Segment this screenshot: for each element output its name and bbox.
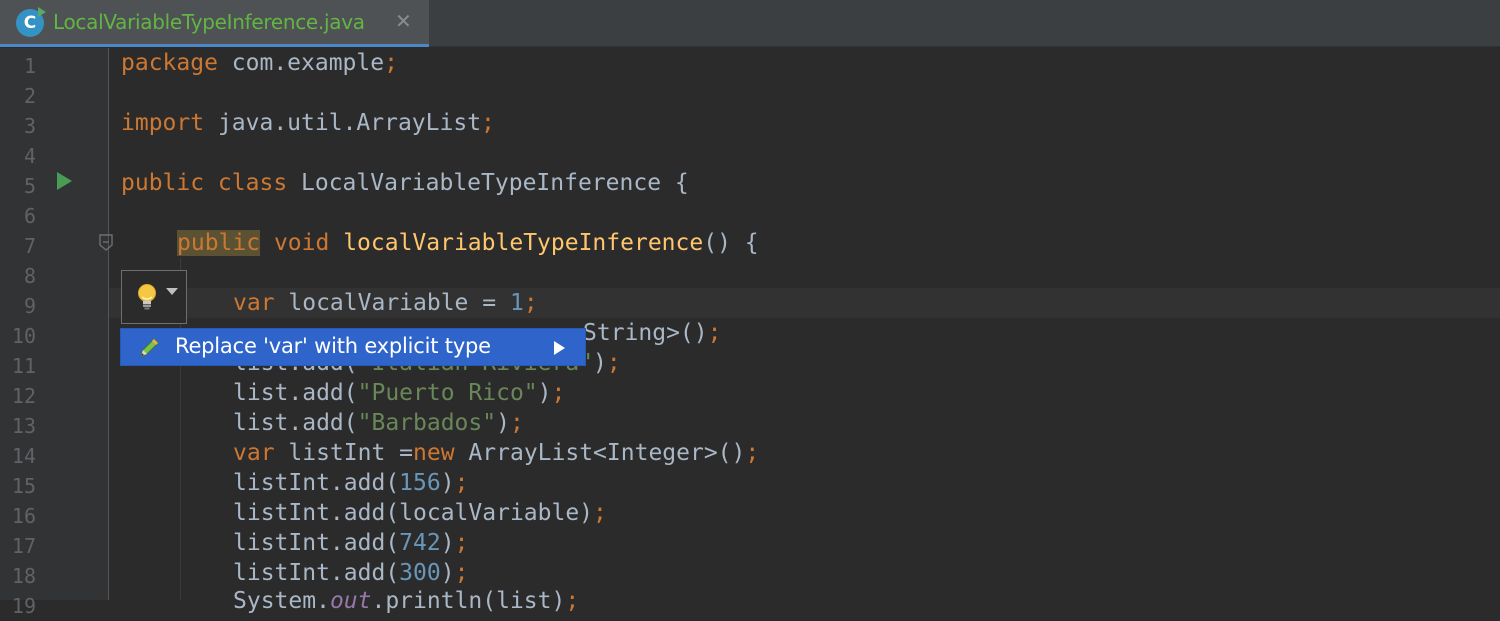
intention-bulb-button[interactable] (121, 270, 187, 324)
lightbulb-icon (138, 284, 156, 310)
code-line-1[interactable]: package com.example; (121, 48, 398, 78)
line-number: 12 (11, 384, 36, 408)
line-number: 7 (23, 234, 36, 258)
line-number: 2 (23, 84, 36, 108)
semicolon: ; (454, 470, 469, 496)
code-line-14[interactable]: var listInt =new ArrayList<Integer>(); (233, 438, 759, 468)
code-line-18[interactable]: listInt.add(300); (233, 558, 468, 588)
semicolon: ; (707, 320, 722, 346)
semicolon: ; (551, 380, 566, 406)
code-text: System. (233, 588, 330, 614)
tab-file-name: LocalVariableTypeInference.java (53, 10, 365, 34)
line-number: 4 (23, 144, 36, 168)
code-text: list.add( (233, 380, 358, 406)
code-text: ) (440, 560, 455, 586)
code-text: listInt = (274, 440, 414, 466)
keyword: var (233, 290, 275, 316)
code-text: localVariable = (274, 290, 510, 316)
line-number: 3 (23, 114, 36, 138)
editor-tab-bar: C LocalVariableTypeInference.java ✕ (0, 0, 1500, 47)
method-name: localVariableTypeInference (343, 230, 704, 256)
code-text: listInt.add( (233, 530, 400, 556)
line-number: 16 (11, 504, 36, 528)
code-line-9[interactable]: var localVariable = 1; (233, 288, 538, 318)
code-line-19[interactable]: System.out.println(list); (233, 586, 579, 616)
number-literal: 1 (509, 290, 524, 316)
code-line-7[interactable]: public void localVariableTypeInference()… (177, 228, 759, 258)
code-line-12[interactable]: list.add("Puerto Rico"); (233, 378, 565, 408)
code-text: ) (537, 380, 552, 406)
line-number: 11 (11, 354, 36, 378)
string-literal: "Puerto Rico" (357, 380, 538, 406)
keyword: public class (121, 170, 288, 196)
code-text: java.util.ArrayList (204, 110, 482, 136)
semicolon: ; (384, 50, 398, 76)
line-number: 14 (11, 444, 36, 468)
editor-tab-file[interactable]: C LocalVariableTypeInference.java ✕ (0, 0, 429, 47)
close-icon[interactable]: ✕ (395, 9, 412, 33)
semicolon: ; (593, 500, 607, 526)
intention-action-label: Replace 'var' with explicit type (175, 334, 491, 358)
semicolon: ; (523, 290, 538, 316)
semicolon: ; (454, 560, 469, 586)
number-literal: 742 (399, 530, 441, 556)
code-line-16[interactable]: listInt.add(localVariable); (233, 498, 607, 528)
semicolon: ; (454, 530, 469, 556)
code-text: listInt.add( (233, 560, 400, 586)
code-line-13[interactable]: list.add("Barbados"); (233, 408, 524, 438)
line-number: 5 (23, 174, 36, 198)
code-text: ) (440, 470, 455, 496)
semicolon: ; (565, 588, 580, 614)
code-line-5[interactable]: public class LocalVariableTypeInference … (121, 168, 689, 198)
code-text: listInt.add( (233, 470, 400, 496)
code-text: () { (703, 230, 759, 256)
code-line-17[interactable]: listInt.add(742); (233, 528, 468, 558)
line-number: 1 (23, 54, 36, 78)
semicolon: ; (745, 440, 760, 466)
semicolon: ; (606, 350, 621, 376)
fold-marker-icon[interactable] (99, 234, 113, 252)
code-text: ArrayList<Integer>() (454, 440, 746, 466)
line-number: 8 (23, 264, 36, 288)
code-text: ) (440, 530, 455, 556)
line-number: 17 (11, 534, 36, 558)
pencil-icon (140, 338, 159, 357)
keyword-highlighted: public (177, 230, 261, 256)
line-number: 10 (11, 324, 36, 348)
line-number: 13 (11, 414, 36, 438)
code-line-10[interactable]: String>(); (583, 318, 721, 348)
static-field: out (329, 588, 372, 614)
keyword: void (260, 230, 344, 256)
keyword: import (121, 110, 205, 136)
line-number: 19 (11, 594, 36, 618)
code-text: ) (496, 410, 510, 436)
chevron-down-icon (166, 288, 178, 295)
intention-action-item[interactable]: Replace 'var' with explicit type (120, 328, 586, 366)
editor-gutter: 1 2 3 4 5 6 7 8 9 10 11 12 13 14 15 16 1… (0, 48, 109, 618)
code-text: listInt.add(localVariable) (233, 500, 594, 526)
keyword: new (413, 440, 455, 466)
run-triangle-icon[interactable] (57, 172, 72, 190)
code-text: LocalVariableTypeInference { (287, 170, 689, 196)
code-text: list.add( (233, 410, 358, 436)
line-number: 9 (23, 294, 36, 318)
number-literal: 156 (399, 470, 441, 496)
class-c-icon: C (16, 7, 46, 37)
line-number: 18 (11, 564, 36, 588)
code-line-3[interactable]: import java.util.ArrayList; (121, 108, 495, 138)
code-text: ) (593, 350, 607, 376)
code-text: String>() (583, 320, 708, 346)
code-line-15[interactable]: listInt.add(156); (233, 468, 468, 498)
string-literal: "Barbados" (357, 410, 497, 436)
line-number: 15 (11, 474, 36, 498)
submenu-arrow-icon[interactable] (554, 341, 565, 355)
code-text: .println(list) (371, 588, 566, 614)
number-literal: 300 (399, 560, 441, 586)
semicolon: ; (509, 410, 524, 436)
code-text: com.example (217, 50, 385, 76)
line-number: 6 (23, 204, 36, 228)
keyword: var (233, 440, 275, 466)
semicolon: ; (481, 110, 495, 136)
keyword: package (121, 50, 218, 76)
